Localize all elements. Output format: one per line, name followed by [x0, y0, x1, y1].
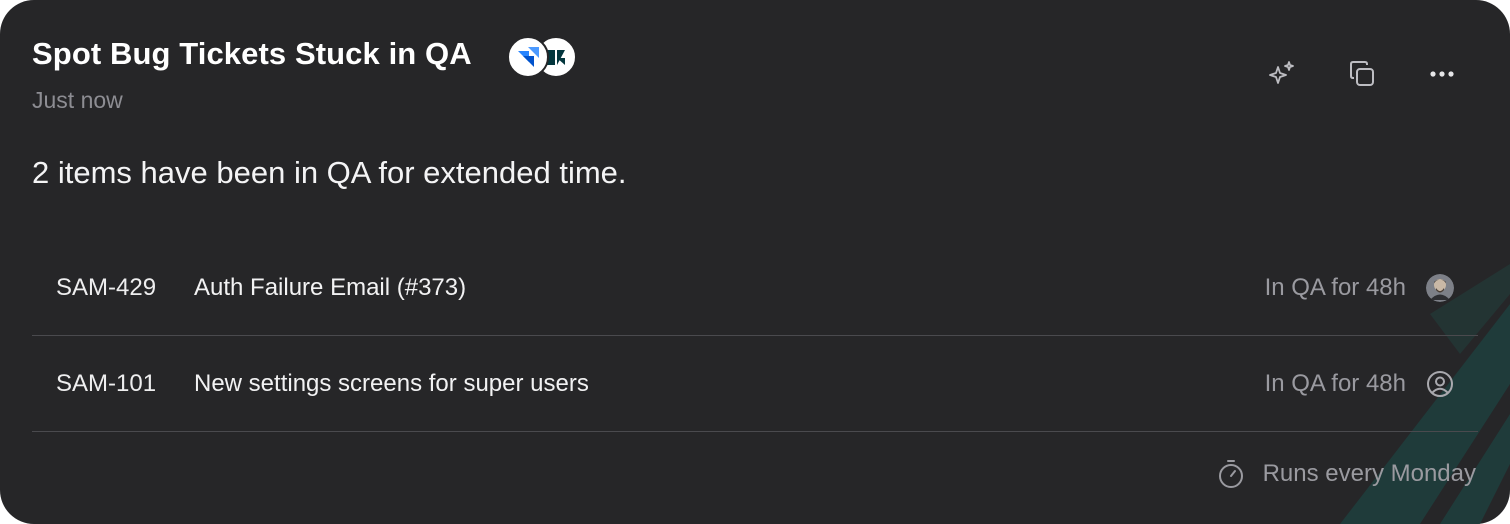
ticket-key[interactable]: SAM-429	[56, 274, 156, 302]
ai-assist-button[interactable]	[1262, 54, 1302, 94]
copy-button[interactable]	[1342, 54, 1382, 94]
more-icon	[1430, 71, 1454, 77]
ticket-row[interactable]: SAM-429 Auth Failure Email (#373) In QA …	[32, 240, 1478, 336]
avatar[interactable]	[1426, 274, 1454, 302]
ticket-row[interactable]: SAM-101 New settings screens for super u…	[32, 336, 1478, 432]
summary-text: 2 items have been in QA for extended tim…	[32, 155, 627, 190]
copy-icon	[1350, 61, 1374, 86]
ticket-title[interactable]: Auth Failure Email (#373)	[194, 274, 466, 302]
ticket-status: In QA for 48h	[1264, 370, 1406, 397]
ticket-list: SAM-429 Auth Failure Email (#373) In QA …	[32, 240, 1478, 432]
automation-card: Spot Bug Tickets Stuck in QA Just now 2 …	[0, 0, 1510, 524]
timer-icon	[1218, 460, 1243, 488]
jira-icon	[507, 36, 549, 78]
timestamp: Just now	[32, 87, 123, 113]
card-title: Spot Bug Tickets Stuck in QA	[32, 36, 472, 71]
user-placeholder-icon[interactable]	[1426, 370, 1454, 398]
ticket-key[interactable]: SAM-101	[56, 370, 156, 398]
ticket-status: In QA for 48h	[1264, 274, 1406, 301]
schedule-label: Runs every Monday	[1262, 460, 1476, 487]
ticket-title[interactable]: New settings screens for super users	[194, 370, 589, 398]
schedule-info: Runs every Monday	[1217, 459, 1476, 489]
more-options-button[interactable]	[1422, 54, 1462, 94]
integration-icons	[507, 36, 579, 78]
sparkles-icon	[1269, 61, 1294, 84]
